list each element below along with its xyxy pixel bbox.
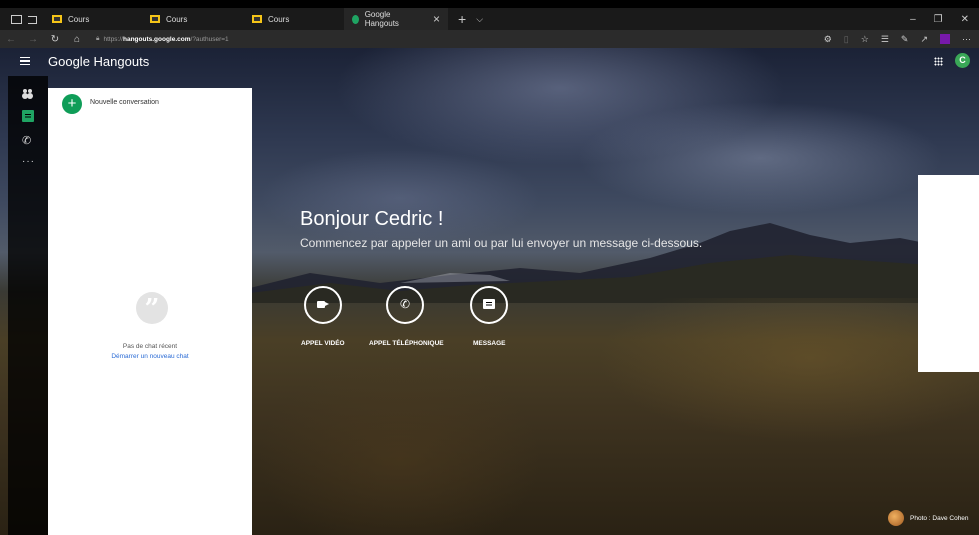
lock-icon: 🔒︎	[96, 35, 100, 42]
message-button[interactable]	[470, 286, 508, 324]
video-camera-icon	[317, 301, 329, 308]
forward-arrow-icon[interactable]: →	[22, 34, 44, 45]
set-aside-tabs-icon[interactable]	[26, 14, 38, 24]
close-tab-icon[interactable]: ×	[433, 12, 440, 26]
left-nav-rail: ✆ ···	[8, 76, 48, 535]
favorites-list-icon[interactable]: ☰	[881, 34, 889, 45]
home-icon[interactable]: ⌂	[66, 34, 88, 45]
phone-call-button[interactable]: ✆	[386, 286, 424, 324]
new-conversation-label[interactable]: Nouvelle conversation	[90, 99, 159, 106]
tab-preview-icon[interactable]	[10, 14, 22, 24]
app-bar: Google Hangouts C	[0, 48, 979, 76]
share-icon[interactable]: ↗	[920, 34, 928, 45]
more-icon[interactable]: ···	[22, 156, 34, 168]
phone-call-label[interactable]: APPEL TÉLÉPHONIQUE	[369, 340, 444, 347]
browser-tab-bar: Cours Cours Cours Google Hangouts × + ⌵ …	[0, 8, 979, 30]
message-icon	[483, 299, 495, 309]
restore-icon[interactable]: ❐	[934, 14, 943, 25]
extension-icon[interactable]: ⚙	[824, 34, 832, 45]
more-options-icon[interactable]: ⋯	[962, 34, 971, 45]
chevron-down-icon[interactable]: ⌵	[476, 14, 483, 25]
close-window-icon[interactable]: ✕	[961, 14, 969, 25]
contacts-icon[interactable]	[22, 88, 34, 100]
start-new-chat-link[interactable]: Démarrer un nouveau chat	[48, 353, 252, 360]
onenote-icon[interactable]	[940, 34, 950, 44]
greeting-title: Bonjour Cedric !	[300, 208, 444, 230]
empty-chat-quote-icon	[136, 292, 168, 324]
address-bar: ← → ↻ ⌂ 🔒︎ https://hangouts.google.com/?…	[0, 30, 979, 48]
minimize-icon[interactable]: –	[910, 14, 916, 25]
hangouts-page: Google Hangouts C ✆ ··· + Nouvelle conve…	[0, 48, 979, 535]
photographer-avatar	[888, 510, 904, 526]
browser-tab-cours-1[interactable]: Cours	[44, 8, 142, 30]
apps-grid-icon[interactable]	[934, 57, 943, 66]
message-label[interactable]: MESSAGE	[473, 340, 506, 347]
url-field[interactable]: 🔒︎ https://hangouts.google.com/?authuser…	[96, 35, 229, 43]
empty-chat-title: Pas de chat récent	[122, 343, 178, 350]
side-panel	[918, 175, 979, 372]
pen-icon[interactable]: ✎	[901, 34, 909, 45]
cours-favicon-icon	[52, 15, 62, 23]
cours-favicon-icon	[252, 15, 262, 23]
conversation-panel: + Nouvelle conversation Pas de chat réce…	[48, 88, 252, 535]
chat-icon[interactable]	[22, 110, 34, 122]
brand-logo: Google Hangouts	[48, 54, 150, 69]
new-tab-icon[interactable]: +	[458, 11, 466, 27]
phone-icon[interactable]: ✆	[22, 134, 34, 147]
hamburger-menu-icon[interactable]	[20, 57, 30, 65]
hangouts-favicon-icon	[352, 14, 359, 24]
favorite-star-icon[interactable]: ☆	[861, 34, 869, 45]
greeting-subtitle: Commencez par appeler un ami ou par lui …	[300, 236, 703, 250]
field-background	[250, 298, 979, 535]
video-call-label[interactable]: APPEL VIDÉO	[301, 340, 345, 347]
browser-tab-cours-2[interactable]: Cours	[142, 8, 244, 30]
new-conversation-button[interactable]: +	[62, 94, 82, 114]
browser-tab-cours-3[interactable]: Cours	[244, 8, 344, 30]
cours-favicon-icon	[150, 15, 160, 23]
avatar[interactable]: C	[955, 53, 970, 68]
refresh-icon[interactable]: ↻	[44, 34, 66, 45]
browser-tab-hangouts[interactable]: Google Hangouts ×	[344, 8, 448, 30]
video-call-button[interactable]	[304, 286, 342, 324]
back-arrow-icon[interactable]: ←	[0, 34, 22, 45]
reading-view-icon[interactable]: ▯	[844, 34, 849, 45]
photo-credit: Photo : Dave Cohen	[888, 510, 969, 526]
phone-icon: ✆	[399, 297, 411, 311]
